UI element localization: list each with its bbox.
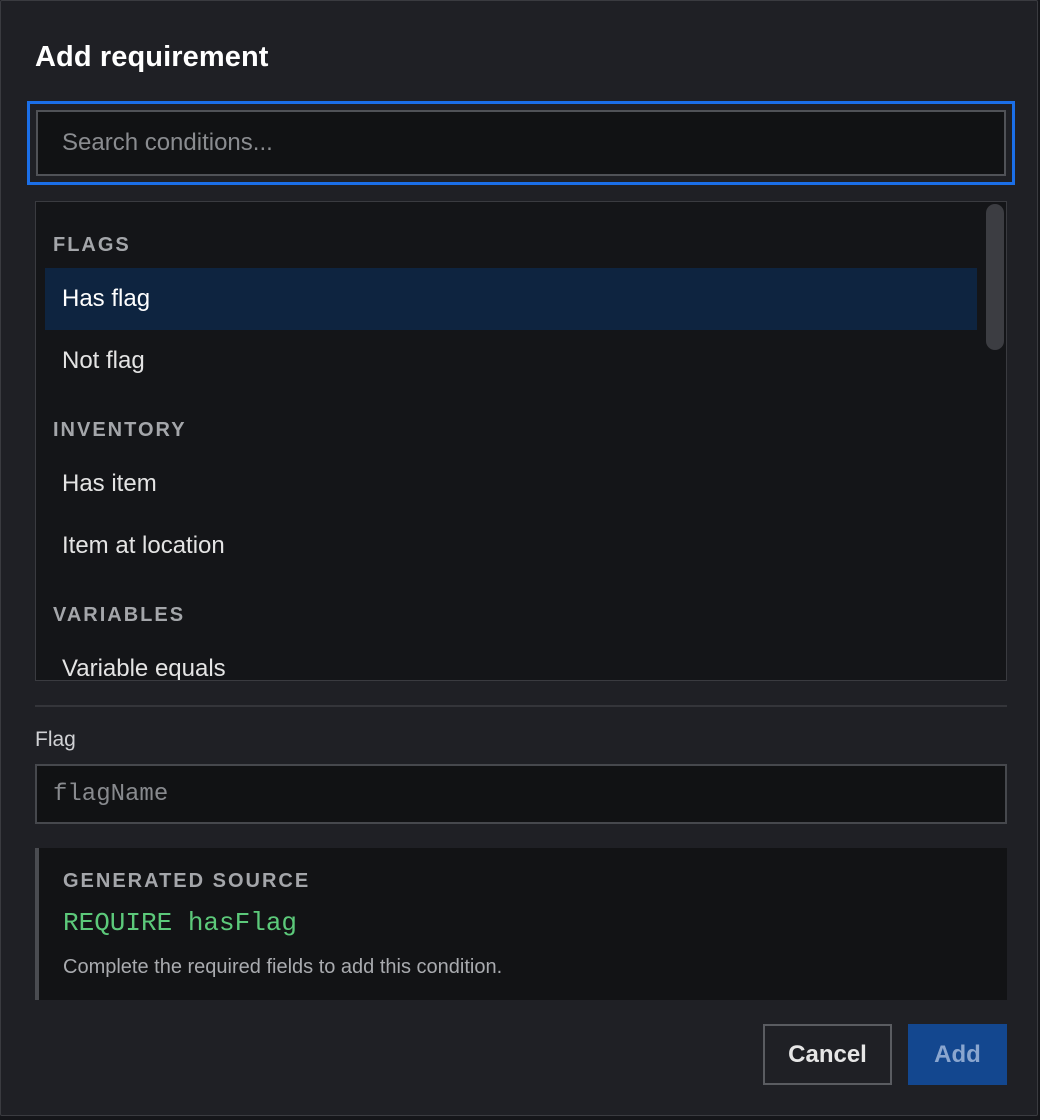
generated-source-hint: Complete the required fields to add this…: [63, 956, 503, 978]
list-item-variable-equals[interactable]: Variable equals: [45, 638, 977, 680]
add-requirement-dialog: Add requirement FLAGS Has flag Not flag …: [0, 0, 1038, 1116]
flag-field-label: Flag: [35, 728, 76, 751]
list-item-has-flag[interactable]: Has flag: [45, 268, 977, 330]
cancel-button[interactable]: Cancel: [763, 1024, 892, 1085]
group-header-flags: FLAGS: [53, 234, 131, 256]
list-scrollbar-thumb[interactable]: [986, 204, 1004, 350]
section-divider: [35, 705, 1007, 707]
group-header-variables: VARIABLES: [53, 604, 186, 626]
list-item-has-item[interactable]: Has item: [45, 453, 977, 515]
generated-source-code: REQUIRE hasFlag: [63, 908, 298, 938]
generated-source-panel: GENERATED SOURCE REQUIRE hasFlag Complet…: [35, 848, 1007, 1000]
condition-list[interactable]: FLAGS Has flag Not flag INVENTORY Has it…: [35, 201, 1007, 681]
add-button[interactable]: Add: [908, 1024, 1007, 1085]
search-input[interactable]: [36, 110, 1006, 176]
search-focus-ring: [27, 101, 1015, 185]
flag-name-input[interactable]: [35, 764, 1007, 824]
generated-source-label: GENERATED SOURCE: [63, 870, 311, 892]
list-item-item-at-location[interactable]: Item at location: [45, 515, 977, 577]
dialog-title: Add requirement: [35, 41, 269, 73]
group-header-inventory: INVENTORY: [53, 419, 187, 441]
list-item-not-flag[interactable]: Not flag: [45, 330, 977, 392]
